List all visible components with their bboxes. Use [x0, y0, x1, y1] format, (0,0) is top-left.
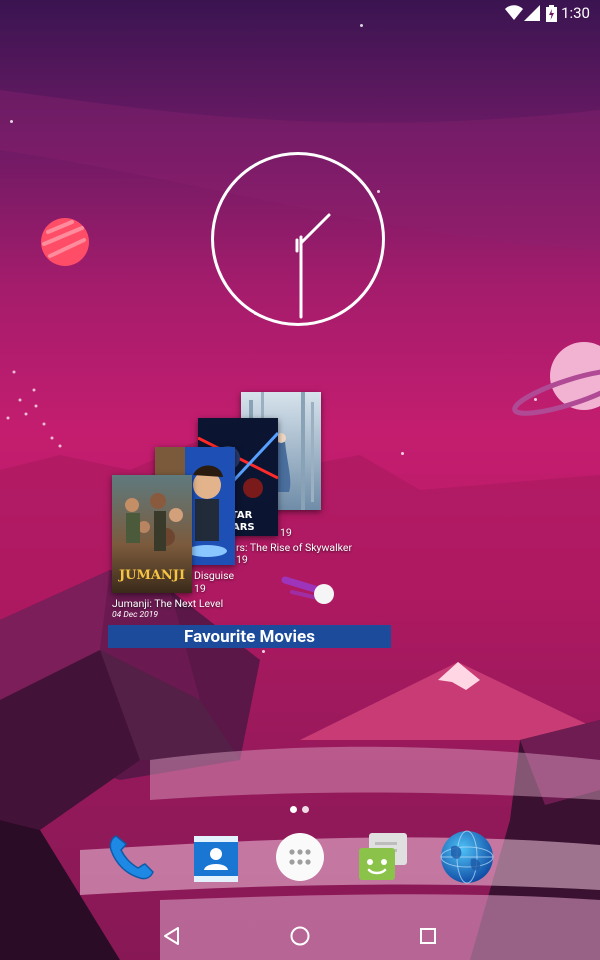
page-indicator-dot — [302, 806, 309, 813]
home-button[interactable] — [286, 922, 314, 950]
movie-title-2: Disguise — [194, 569, 235, 582]
home-icon — [290, 926, 310, 946]
movie-poster-1[interactable]: JUMANJI — [112, 475, 192, 593]
app-drawer-icon — [276, 833, 324, 881]
recents-button[interactable] — [414, 922, 442, 950]
navigation-bar — [0, 912, 600, 960]
wifi-icon — [505, 5, 523, 20]
app-drawer-button[interactable] — [271, 828, 329, 886]
favourite-movies-banner[interactable]: Favourite Movies — [108, 625, 391, 648]
movie-title-1: Jumanji: The Next Level — [112, 597, 224, 610]
movie-title-3: rs: The Rise of Skywalker — [236, 541, 353, 554]
analog-clock-widget[interactable] — [211, 152, 385, 326]
movie-date-1: 04 Dec 2019 — [112, 610, 159, 620]
movie-date-4: 19 — [280, 526, 292, 539]
back-button[interactable] — [158, 922, 186, 950]
contacts-icon — [194, 836, 238, 882]
contacts-app-icon[interactable] — [187, 828, 245, 886]
page-indicator-dot-active — [290, 806, 297, 813]
back-icon — [164, 927, 179, 945]
phone-icon — [109, 835, 154, 880]
hour-hand — [299, 213, 331, 245]
messaging-app-icon[interactable] — [353, 828, 411, 886]
status-bar: 1:30 — [0, 0, 600, 26]
phone-app-icon[interactable] — [102, 828, 160, 886]
movie-date-2: 19 — [194, 582, 206, 595]
status-time: 1:30 — [561, 4, 590, 22]
svg-text:JUMANJI: JUMANJI — [118, 568, 185, 583]
clock-hands — [295, 213, 331, 319]
messaging-icon — [359, 833, 407, 880]
browser-app-icon[interactable] — [438, 828, 496, 886]
movie-date-3: 19 — [236, 553, 248, 566]
battery-charging-icon — [546, 5, 557, 22]
recents-icon — [420, 928, 436, 944]
globe-icon — [440, 830, 494, 884]
cell-signal-icon — [524, 5, 540, 21]
